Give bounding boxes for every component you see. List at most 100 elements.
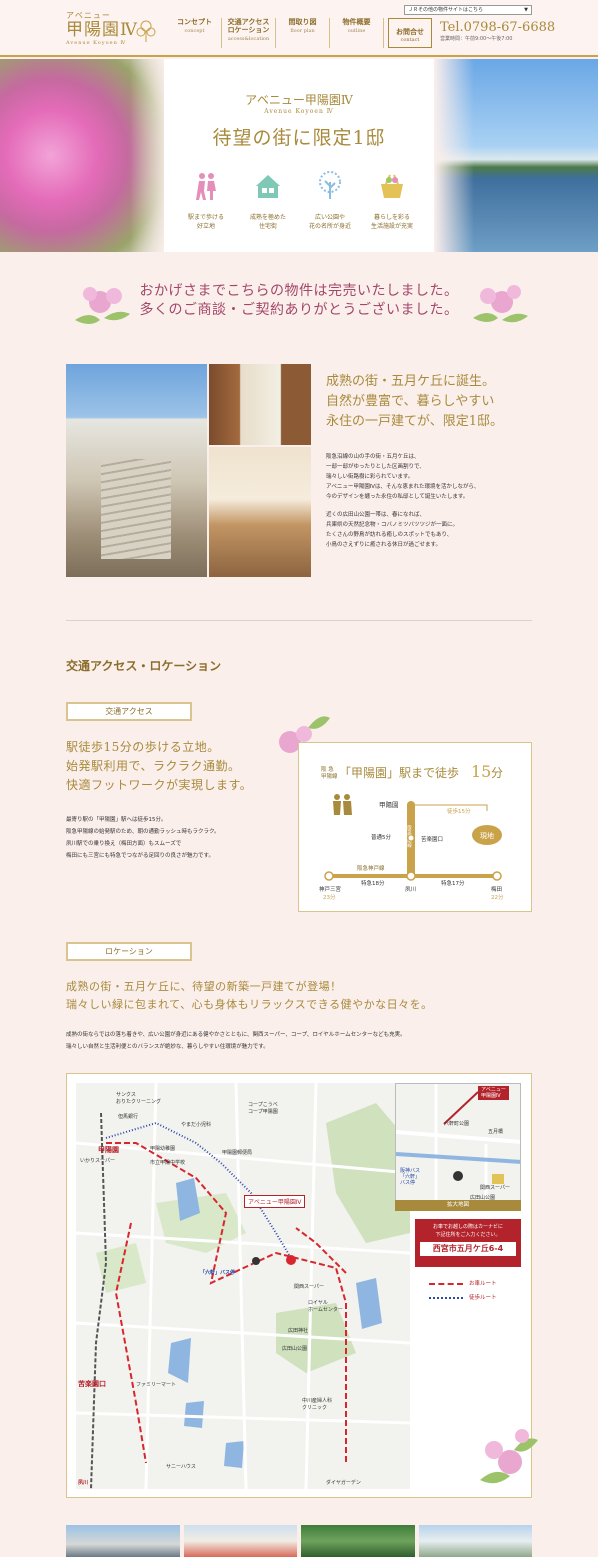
- map-label: 広田山公園: [282, 1346, 308, 1352]
- nav-access[interactable]: 交通アクセス ロケーション access&location: [222, 18, 276, 48]
- feature-item: 駅まで歩ける 好立地: [178, 171, 234, 231]
- feature-label: 成熟を極めた 住宅街: [249, 214, 286, 230]
- business-hours: 営業時間：午前9:00〜午後7:00: [440, 36, 513, 42]
- feature-label: 広い公園や 花の名所が身近: [308, 214, 351, 230]
- store-photo: [183, 1525, 297, 1557]
- map-label: 関西スーパー: [294, 1284, 324, 1290]
- route-title: 「甲陽園」駅まで徒歩: [339, 765, 459, 780]
- photo-strip: [66, 1525, 532, 1557]
- access-label: 交通アクセス: [66, 702, 192, 721]
- shopping-basket-icon: [381, 174, 403, 198]
- map-label: コープこうべ コープ甲陽園: [248, 1102, 278, 1115]
- map-label: やまだ小児科: [181, 1122, 212, 1128]
- map-label: 広田神社: [288, 1328, 309, 1334]
- hero-panel: アベニュー甲陽園Ⅳ Avenue Koyoen Ⅳ 待望の街に限定1邸 駅まで歩…: [164, 59, 434, 252]
- hero-section: アベニュー甲陽園Ⅳ Avenue Koyoen Ⅳ 待望の街に限定1邸 駅まで歩…: [0, 59, 598, 252]
- intro-heading: 成熟の街・五月ケ丘に誕生。 自然が豊富で、暮らしやすい 永住の一戸建てが、限定1…: [326, 374, 504, 429]
- route-diagram: 阪 急 甲陽線 「甲陽園」駅まで徒歩 15 分 甲陽園 徒歩15分 現地 阪急甲…: [298, 742, 532, 912]
- main-nav: コンセプト concept 交通アクセス ロケーション access&locat…: [168, 18, 384, 48]
- line-label: 甲陽線: [321, 772, 338, 780]
- bus-stop-marker: [252, 1257, 260, 1265]
- station-koyoen: 甲陽園: [379, 800, 399, 809]
- hero-property-name: アベニュー甲陽園Ⅳ: [245, 93, 353, 107]
- umeda-time: 22分: [491, 893, 504, 901]
- tokkyu-time: 特急18分: [361, 879, 385, 887]
- feature-list: 駅まで歩ける 好立地 成熟を極めた 住宅街 広い公園や 花の名所が身近 暮らしを…: [178, 171, 420, 231]
- house-icon: [256, 175, 280, 198]
- legend-walk-route: 徒歩ルート: [429, 1293, 497, 1301]
- site-header: アベニュー 甲陽園Ⅳ Avenue Koyoen Ⅳ コンセプト concept…: [0, 0, 598, 57]
- interior-room-photo: [209, 364, 311, 445]
- site-logo[interactable]: アベニュー 甲陽園Ⅳ Avenue Koyoen Ⅳ: [66, 10, 161, 50]
- chevron-down-icon: ▼: [524, 7, 528, 13]
- park-photo: [301, 1525, 415, 1557]
- nav-sublabel: access&location: [227, 36, 270, 42]
- inset-caption: 拡大地図: [395, 1200, 521, 1211]
- station-kobe: 神戸三宮: [319, 885, 342, 893]
- azalea-decoration-icon: [480, 1429, 538, 1484]
- hero-property-name-en: Avenue Koyoen Ⅳ: [264, 108, 334, 115]
- hero-title: 待望の街に限定1邸: [212, 127, 386, 149]
- nav-sublabel: floor plan: [290, 28, 315, 34]
- nav-floorplan[interactable]: 間取り図 floor plan: [276, 18, 330, 48]
- tokkyu-time: 特急17分: [441, 879, 465, 887]
- map-label: ファミリーマート: [136, 1382, 177, 1388]
- nav-label: コンセプト: [177, 17, 212, 26]
- street-photo: [418, 1525, 532, 1557]
- soldout-line: おかげさまでこちらの物件は完売いたしました。: [139, 283, 459, 299]
- nav-concept[interactable]: コンセプト concept: [168, 18, 222, 48]
- futsu-time: 普通5分: [371, 833, 391, 841]
- map-label: 「六軒」バス停: [200, 1270, 236, 1276]
- intro-paragraph: 阪急沿線の山の手の街・五月ケ丘は、 一邸一邸がゆったりとした区画割りで、 瑞々しい街…: [326, 454, 480, 500]
- inset-site-tag: アベニュー 甲陽園Ⅳ: [478, 1086, 509, 1100]
- azalea-decoration-icon: [473, 285, 528, 323]
- nav-label: 間取り図: [288, 17, 317, 26]
- inset-label: 六軒町公園: [444, 1121, 470, 1127]
- route-map-svg: 阪 急 甲陽線 「甲陽園」駅まで徒歩 15 分 甲陽園 徒歩15分 現地 阪急甲…: [319, 762, 504, 901]
- station-shukugawa: 夙川: [405, 886, 416, 893]
- map-label: 甲陽園郵便局: [222, 1150, 253, 1156]
- map-label: ロイヤル ホームセンター: [308, 1300, 343, 1313]
- walking-people-icon: [196, 173, 216, 200]
- section-title: 交通アクセス・ロケーション: [66, 659, 222, 673]
- select-value: ＪＲその他の物件サイトはこちら: [408, 7, 484, 13]
- location-label: ロケーション: [66, 942, 192, 961]
- address-note: お車でお越しの際はカーナビに 下記住所をご入力ください。: [432, 1224, 503, 1238]
- station-koyoen-label: 甲陽園: [98, 1146, 119, 1154]
- phone-number[interactable]: Tel.0798-67-6688 営業時間：午前9:00〜午後7:00: [440, 20, 555, 42]
- map-label: サンクス おりたクリーニング: [116, 1092, 162, 1105]
- map-label: 甲陽幼稚園: [150, 1146, 176, 1152]
- intro-text: 阪急沿線の山の手の街・五月ケ丘は、 一邸一邸がゆったりとした区画割りで、 瑞々しい街…: [326, 452, 541, 558]
- walk-time: 徒歩15分: [447, 807, 471, 815]
- access-heading: 駅徒歩15分の歩ける立地。 始発駅利用で、ラクラク通勤。 快適フットワークが実現…: [66, 740, 253, 792]
- contact-sublabel: contact: [400, 37, 420, 43]
- nav-sublabel: outline: [347, 28, 366, 34]
- map-label: 市立甲陽中学校: [150, 1160, 186, 1166]
- nav-outline[interactable]: 物件概要 outline: [330, 18, 384, 48]
- azalea-photo: [0, 59, 170, 252]
- station-kurakuen-label: 苦楽園口: [78, 1380, 106, 1388]
- contact-button[interactable]: お問合せ contact: [388, 18, 432, 48]
- nav-label: 物件概要: [342, 17, 371, 26]
- feature-item: 暮らしを彩る 生活施設が充実: [364, 171, 420, 231]
- inset-map-svg: [396, 1084, 520, 1210]
- inset-label: 阪神バス 「六軒」 バス停: [400, 1168, 421, 1186]
- inset-map[interactable]: アベニュー 甲陽園Ⅳ 六軒町公園 五月橋 阪神バス 「六軒」 バス停 関西スーパ…: [395, 1083, 521, 1211]
- inset-label: 関西スーパー: [480, 1185, 510, 1191]
- legend-car-route: お車ルート: [429, 1279, 497, 1287]
- contact-label: お問合せ: [396, 27, 424, 36]
- nav-sublabel: concept: [184, 28, 205, 34]
- intro-paragraph: 近くの広田山公園一帯は、春になれば、 兵庫県の天然記念物・コバノミツバツツジが一面…: [326, 512, 459, 548]
- other-sites-select[interactable]: ＪＲその他の物件サイトはこちら ▼: [404, 5, 532, 15]
- navigation-address-box: お車でお越しの際はカーナビに 下記住所をご入力ください。 西宮市五月ケ丘6-4: [415, 1219, 521, 1267]
- site-map-marker[interactable]: [286, 1255, 296, 1265]
- station-photo: [66, 1525, 180, 1557]
- house-exterior-photo: [66, 364, 207, 577]
- area-map: サンクス おりたクリーニング 但馬銀行 やまだ小児科 コープこうべ コープ甲陽園…: [66, 1073, 532, 1498]
- route-title-number: 15: [471, 762, 491, 781]
- location-text: 成熟の街ならではの落ち着きや、広い公園が身近にある健やかさとともに、関西スーパー…: [66, 1032, 406, 1050]
- logo-flower-icon: [136, 20, 156, 42]
- map-label: いかりスーパー: [80, 1158, 115, 1164]
- map-label: 中川産婦人科 クリニック: [302, 1398, 333, 1411]
- main-map[interactable]: サンクス おりたクリーニング 但馬銀行 やまだ小児科 コープこうべ コープ甲陽園…: [76, 1083, 410, 1489]
